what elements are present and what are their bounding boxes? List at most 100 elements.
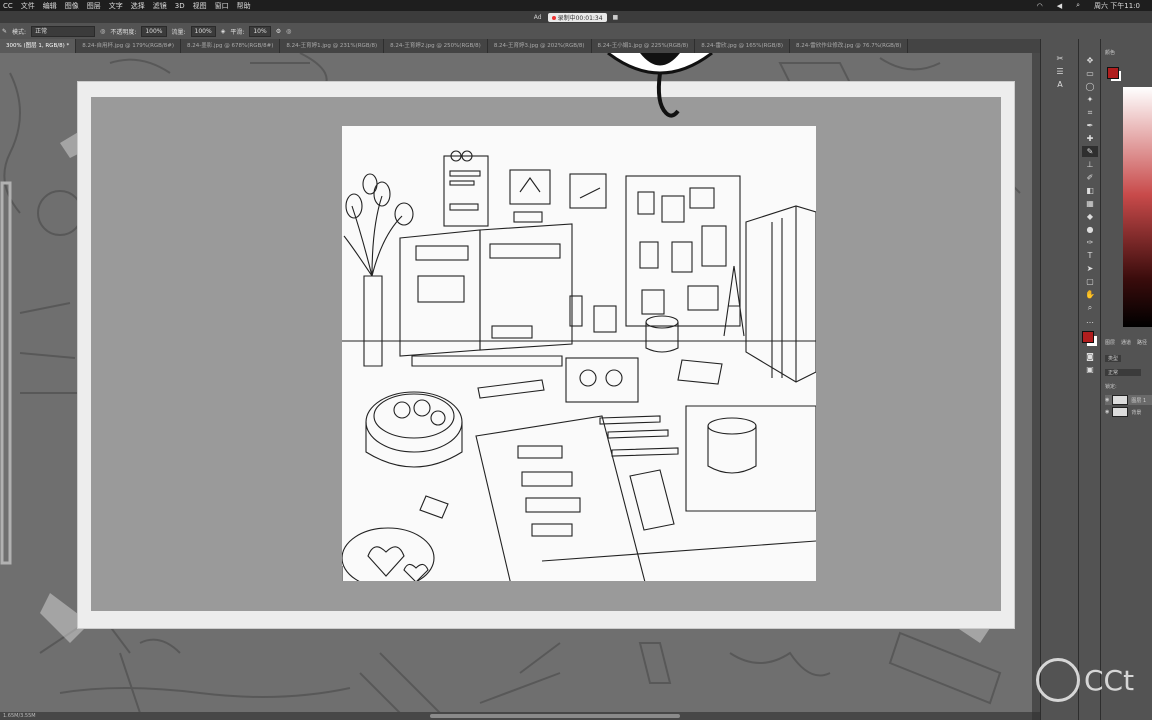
healing-tool-icon[interactable]: ✚	[1082, 133, 1098, 144]
watermark-text: CCt	[1084, 663, 1135, 697]
tool-bar: ✥ ▭ ◯ ✦ ⌗ ✒ ✚ ✎ ⊥ ✐ ◧ ▦ ◆ ● ✑ T ➤ ▢ ✋ ⌕ …	[1078, 39, 1101, 720]
tab-document[interactable]: 8.24-王育婷2.jpg @ 250%(RGB/8)	[384, 39, 488, 53]
crop-tool-icon[interactable]: ⌗	[1082, 107, 1098, 118]
blend-mode-select[interactable]: 正常	[1105, 369, 1141, 376]
menu-select[interactable]: 选择	[131, 1, 145, 11]
airbrush-icon[interactable]: ◈	[221, 28, 226, 35]
eye-icon[interactable]: ◉	[1105, 397, 1109, 403]
path-select-tool-icon[interactable]: ➤	[1082, 263, 1098, 274]
brush-tool-icon[interactable]: ✎	[1082, 146, 1098, 157]
tab-paths[interactable]: 路径	[1137, 339, 1147, 346]
layer-row[interactable]: ◉ 图层 1	[1105, 395, 1152, 405]
wifi-icon[interactable]: ◠	[1037, 2, 1043, 10]
options-bar: ✎ 模式: 正常 ◎ 不透明度: 100% 流量: 100% ◈ 平滑: 10%…	[0, 23, 1152, 39]
search-icon[interactable]: ⌕	[1076, 1, 1080, 10]
collapsed-panels: ✂ ☰ A	[1040, 39, 1079, 720]
eye-icon[interactable]: ◉	[1105, 409, 1109, 415]
gear-icon[interactable]: ⚙	[276, 28, 281, 35]
menu-window[interactable]: 窗口	[215, 1, 229, 11]
mode-select[interactable]: 正常	[31, 25, 96, 37]
tab-color[interactable]: 颜色	[1105, 49, 1115, 56]
app-menu[interactable]: CC	[3, 2, 13, 10]
status-bar: 1.65M/3.55M	[0, 712, 1032, 720]
recording-indicator[interactable]: 录制中00:01:34	[547, 12, 607, 22]
marquee-tool-icon[interactable]: ▭	[1082, 68, 1098, 79]
tab-document[interactable]: 8.24-王育婷1.jpg @ 231%(RGB/8)	[280, 39, 385, 53]
layer-thumbnail	[1112, 395, 1129, 405]
tab-document[interactable]: 8.24-雷欣.jpg @ 165%(RGB/8)	[695, 39, 790, 53]
eraser-tool-icon[interactable]: ◧	[1082, 185, 1098, 196]
menu-help[interactable]: 帮助	[237, 1, 251, 11]
panel-tools-icon[interactable]: ✂	[1052, 53, 1068, 64]
blur-tool-icon[interactable]: ◆	[1082, 211, 1098, 222]
menu-3d[interactable]: 3D	[175, 2, 185, 10]
menu-layer[interactable]: 图层	[87, 1, 101, 11]
line-art-illustration	[341, 150, 817, 607]
brush-preset-icon[interactable]: ✎	[2, 28, 7, 35]
move-tool-icon[interactable]: ✥	[1082, 55, 1098, 66]
menu-bar: CC 文件 编辑 图像 图层 文字 选择 滤镜 3D 视图 窗口 帮助 ◠ ◀ …	[0, 0, 1152, 11]
stop-icon[interactable]: ■	[613, 14, 619, 21]
smooth-label: 平滑:	[230, 28, 245, 36]
more-tools-icon[interactable]: …	[1082, 315, 1098, 326]
volume-icon[interactable]: ◀	[1057, 2, 1062, 10]
tab-document[interactable]: 8.24-墨影.jpg @ 678%(RGB/8#)	[181, 39, 281, 53]
menu-edit[interactable]: 编辑	[43, 1, 57, 11]
lock-label: 锁定:	[1105, 384, 1117, 390]
type-tool-icon[interactable]: T	[1082, 250, 1098, 261]
menu-view[interactable]: 视图	[193, 1, 207, 11]
tab-document[interactable]: 8.24-雷欣作业修改.jpg @ 76.7%(RGB/8)	[790, 39, 909, 53]
tab-channels[interactable]: 通道	[1121, 339, 1131, 346]
canvas-workspace[interactable]	[0, 53, 1032, 712]
vertical-scrollbar[interactable]	[1032, 53, 1040, 712]
horizontal-scrollbar[interactable]	[430, 714, 680, 718]
panel-history-icon[interactable]: ☰	[1052, 66, 1068, 77]
pressure-size-icon[interactable]: ◎	[286, 28, 291, 35]
smooth-input[interactable]: 10%	[249, 25, 271, 37]
layer-row[interactable]: ◉ 背景	[1105, 407, 1152, 417]
watermark: CCt	[1036, 658, 1134, 702]
pressure-opacity-icon[interactable]: ◎	[100, 28, 105, 35]
clock[interactable]: 周六 下午11:0	[1094, 1, 1140, 11]
screen-mode-icon[interactable]: ▣	[1082, 364, 1098, 375]
hand-tool-icon[interactable]: ✋	[1082, 289, 1098, 300]
tab-document[interactable]: 8.24-王小娟1.jpg @ 225%(RGB/8)	[592, 39, 696, 53]
opacity-input[interactable]: 100%	[141, 25, 167, 37]
title-bar: Ad 录制中00:01:34 ■	[0, 11, 1152, 23]
quick-mask-icon[interactable]: ◙	[1082, 351, 1098, 362]
foreground-color-swatch[interactable]	[1082, 331, 1094, 343]
tab-document[interactable]: 8.24-自用杯.jpg @ 179%(RGB/8#)	[76, 39, 182, 53]
document-tabs: 300% (图层 1, RGB/8) * 8.24-自用杯.jpg @ 179%…	[0, 39, 1040, 53]
tab-document[interactable]: 8.24-王育婷3.jpg @ 202%(RGB/8)	[488, 39, 592, 53]
eyedropper-tool-icon[interactable]: ✒	[1082, 120, 1098, 131]
menu-type[interactable]: 文字	[109, 1, 123, 11]
magic-wand-tool-icon[interactable]: ✦	[1082, 94, 1098, 105]
drawing-canvas[interactable]	[341, 126, 817, 607]
menu-image[interactable]: 图像	[65, 1, 79, 11]
layer-thumbnail	[1112, 407, 1129, 417]
lasso-tool-icon[interactable]: ◯	[1082, 81, 1098, 92]
history-brush-icon[interactable]: ✐	[1082, 172, 1098, 183]
cat-tail-decoration	[607, 53, 713, 118]
dodge-tool-icon[interactable]: ●	[1082, 224, 1098, 235]
record-dot-icon	[551, 15, 556, 20]
menu-file[interactable]: 文件	[21, 1, 35, 11]
zoom-tool-icon[interactable]: ⌕	[1082, 302, 1098, 313]
mode-label: 模式:	[12, 28, 27, 36]
tab-layers[interactable]: 图层	[1105, 339, 1115, 346]
tab-document[interactable]: 300% (图层 1, RGB/8) *	[0, 39, 77, 53]
opacity-label: 不透明度:	[110, 28, 137, 36]
right-panels: 颜色 图层 通道 路径 类型 正常 锁定: ◉ 图层 1 ◉ 背景	[1100, 39, 1152, 720]
recording-time: 录制中00:01:34	[557, 14, 603, 22]
panel-foreground-swatch[interactable]	[1107, 67, 1119, 79]
layer-filter-select[interactable]: 类型	[1105, 355, 1122, 362]
color-field[interactable]	[1123, 87, 1152, 327]
shape-tool-icon[interactable]: ▢	[1082, 276, 1098, 287]
menu-filter[interactable]: 滤镜	[153, 1, 167, 11]
stamp-tool-icon[interactable]: ⊥	[1082, 159, 1098, 170]
pen-tool-icon[interactable]: ✑	[1082, 237, 1098, 248]
gradient-tool-icon[interactable]: ▦	[1082, 198, 1098, 209]
layer-name: 背景	[1131, 409, 1142, 416]
panel-character-icon[interactable]: A	[1052, 79, 1068, 90]
flow-input[interactable]: 100%	[190, 25, 216, 37]
